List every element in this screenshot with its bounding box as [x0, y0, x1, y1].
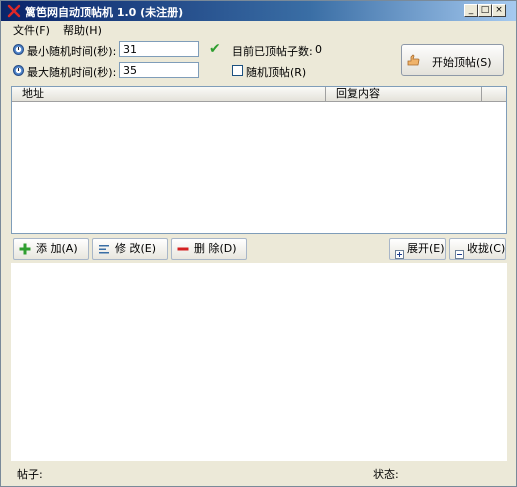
- collapse-button-label: 收拢(C): [467, 242, 506, 255]
- expand-button[interactable]: 展开(E): [389, 238, 446, 260]
- menu-bar: 文件(F) 帮助(H): [1, 21, 516, 37]
- start-button[interactable]: 开始顶帖(S): [401, 44, 504, 76]
- post-list[interactable]: 地址 回复内容: [11, 86, 507, 234]
- edit-icon: [99, 245, 109, 254]
- collapse-button[interactable]: 收拢(C): [449, 238, 506, 260]
- close-button[interactable]: ×: [492, 4, 506, 17]
- max-clock-icon: [13, 65, 24, 76]
- minimize-button[interactable]: _: [464, 4, 478, 17]
- expand-icon: [395, 249, 404, 259]
- title-bar[interactable]: 篱笆网自动顶帖机 1.0 (未注册) _ □ ×: [1, 1, 516, 21]
- plus-icon: [19, 243, 31, 255]
- min-clock-icon: [13, 44, 24, 55]
- post-count-label: 目前已顶帖子数:: [232, 45, 313, 58]
- app-window: 篱笆网自动顶帖机 1.0 (未注册) _ □ × 文件(F) 帮助(H) 最小随…: [0, 0, 517, 487]
- add-button[interactable]: 添 加(A): [13, 238, 89, 260]
- status-bar: 帖子: 状态:: [1, 463, 516, 485]
- minus-icon: [177, 247, 189, 251]
- app-logo-icon: [7, 4, 21, 18]
- post-status-label: 帖子:: [17, 468, 43, 481]
- max-time-input[interactable]: [119, 62, 199, 78]
- list-header: 地址 回复内容: [12, 87, 506, 102]
- edit-button[interactable]: 修 改(E): [92, 238, 168, 260]
- column-reply[interactable]: 回复内容: [326, 87, 482, 101]
- max-time-label: 最大随机时间(秒):: [27, 66, 117, 79]
- random-checkbox-label[interactable]: 随机顶帖(R): [246, 64, 306, 80]
- hand-icon: [407, 54, 420, 66]
- expand-button-label: 展开(E): [407, 242, 445, 255]
- min-time-label: 最小随机时间(秒):: [27, 45, 117, 58]
- collapse-icon: [455, 249, 464, 259]
- window-title: 篱笆网自动顶帖机 1.0 (未注册): [25, 6, 184, 19]
- detail-panel[interactable]: [11, 263, 507, 461]
- delete-button[interactable]: 删 除(D): [171, 238, 247, 260]
- post-count-value: 0: [315, 43, 322, 56]
- delete-button-label: 删 除(D): [194, 242, 237, 255]
- menu-file[interactable]: 文件(F): [13, 22, 50, 38]
- menu-help[interactable]: 帮助(H): [63, 22, 102, 38]
- start-button-label: 开始顶帖(S): [432, 56, 492, 69]
- checkmark-icon: ✔: [209, 41, 221, 57]
- column-address[interactable]: 地址: [12, 87, 326, 101]
- add-button-label: 添 加(A): [36, 242, 78, 255]
- maximize-button[interactable]: □: [478, 4, 492, 17]
- edit-button-label: 修 改(E): [115, 242, 157, 255]
- state-status-label: 状态:: [373, 468, 399, 481]
- min-time-input[interactable]: [119, 41, 199, 57]
- random-checkbox[interactable]: [232, 65, 243, 76]
